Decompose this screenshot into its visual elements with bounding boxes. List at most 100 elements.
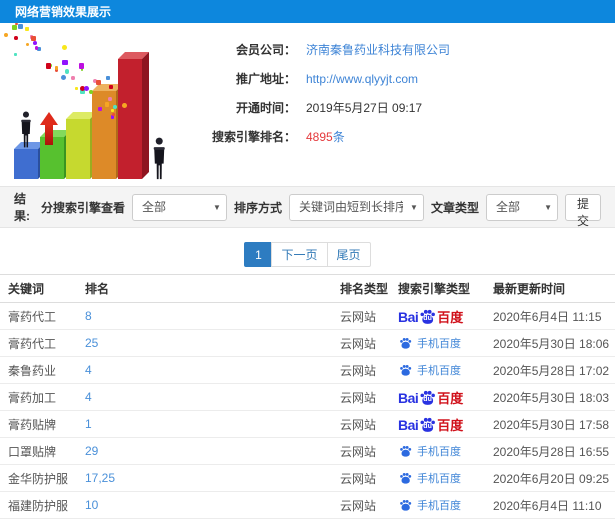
page-title: 网络营销效果展示: [15, 5, 112, 19]
table-row: 膏药代工 25 云网站 手机百度 2020年5月30日 18:06: [0, 330, 615, 357]
rank-link[interactable]: 29: [85, 444, 340, 458]
keyword-cell: 膏药代工: [8, 309, 57, 324]
businessman-figure: [150, 137, 168, 181]
article-type-label: 文章类型: [430, 200, 479, 215]
keyword-cell: 膏药代工: [8, 336, 57, 351]
mobile-baidu-logo: 手机百度: [398, 470, 461, 486]
confetti-dot: [12, 25, 17, 30]
rank-link[interactable]: 10: [85, 498, 340, 512]
confetti-dot: [108, 84, 113, 89]
engine-cell: 手机百度: [398, 443, 493, 460]
baidu-cn-text: 百度: [437, 417, 464, 433]
submit-button[interactable]: 提交: [564, 193, 601, 228]
info-row-url: 推广地址： http://www.qlyyjt.com: [200, 64, 450, 93]
rank-link[interactable]: 17,25: [85, 471, 340, 485]
rank-type-cell: 云网站: [340, 444, 377, 459]
rank-type-cell: 云网站: [340, 309, 377, 324]
engine-cell: 手机百度: [398, 335, 493, 352]
col-engine-type: 搜索引擎类型: [398, 282, 471, 296]
updated-cell: 2020年5月30日 17:58: [493, 417, 610, 432]
confetti-dot: [30, 35, 37, 42]
keyword-cell: 膏药加工: [8, 390, 57, 405]
keyword-cell: 口罩贴牌: [8, 444, 57, 459]
engine-filter-label: 分搜索引擎查看: [40, 200, 125, 215]
table-row: 金华防护服 17,25 云网站 手机百度 2020年6月20日 09:25: [0, 465, 615, 492]
page-1-button[interactable]: 1: [244, 242, 273, 267]
confetti-dot: [83, 85, 89, 91]
mobile-baidu-paw-icon: [398, 364, 412, 376]
info-row-opened: 开通时间： 2019年5月27日 09:17: [200, 93, 450, 122]
confetti-dot: [14, 36, 18, 40]
chart-bar: [66, 112, 97, 179]
last-page-button[interactable]: 尾页: [326, 242, 371, 267]
mobile-baidu-paw-icon: [398, 499, 412, 511]
confetti-dot: [61, 74, 67, 80]
engine-cell: 手机百度: [398, 470, 493, 487]
next-page-button[interactable]: 下一页: [271, 242, 328, 267]
rank-link[interactable]: 1: [85, 417, 340, 431]
baidu-paw-icon: du: [419, 308, 436, 325]
baidu-bai-text: Bai: [398, 389, 419, 406]
ranking-value: 4895条: [306, 128, 345, 145]
rank-link[interactable]: 25: [85, 336, 340, 350]
updated-cell: 2020年6月4日 11:15: [493, 309, 602, 324]
table-row: 膏药贴牌 1 云网站 Bai du 百度 2020年5月30日 17:58: [0, 411, 615, 438]
baidu-paw-icon: du: [419, 416, 436, 433]
engine-cell: 手机百度: [398, 362, 493, 379]
keyword-cell: 膏药贴牌: [8, 417, 57, 432]
mobile-baidu-text: 手机百度: [417, 364, 461, 377]
promotion-url-link[interactable]: http://www.qlyyjt.com: [306, 72, 418, 86]
engine-cell: Bai du 百度: [398, 308, 493, 325]
baidu-paw-icon: [399, 472, 411, 484]
confetti-dot: [78, 63, 85, 69]
info-row-company: 会员公司： 济南秦鲁药业科技有限公司: [200, 35, 450, 64]
baidu-logo: Bai du 百度: [398, 389, 463, 405]
confetti-dot: [98, 107, 103, 112]
baidu-cn-text: 百度: [437, 309, 464, 325]
table-row: 膏药代工 8 云网站 Bai du 百度 2020年6月4日 11:15: [0, 303, 615, 330]
baidu-paw-icon: [399, 364, 411, 376]
updated-cell: 2020年5月30日 18:06: [493, 336, 610, 351]
table-row: 秦鲁药业 4 云网站 手机百度 2020年5月28日 17:02: [0, 357, 615, 384]
confetti-dot: [62, 44, 68, 50]
chart-bar: [14, 142, 45, 179]
confetti-dot: [71, 76, 75, 80]
mobile-baidu-logo: 手机百度: [398, 362, 461, 378]
mobile-baidu-logo: 手机百度: [398, 443, 461, 459]
rank-link[interactable]: 4: [85, 390, 340, 404]
engine-select-wrap: 全部 ▼: [131, 193, 227, 221]
confetti-dot: [64, 68, 70, 74]
ranking-count: 4895: [306, 130, 333, 144]
mobile-baidu-paw-icon: [398, 337, 412, 349]
mobile-baidu-logo: 手机百度: [398, 335, 461, 351]
mobile-baidu-logo: 手机百度: [398, 497, 461, 513]
chart-bar: [118, 52, 149, 179]
opened-label: 开通时间：: [235, 101, 296, 115]
confetti-dot: [3, 32, 9, 38]
rank-type-cell: 云网站: [340, 336, 377, 351]
table-row: 口罩贴牌 29 云网站 手机百度 2020年5月28日 16:55: [0, 438, 615, 465]
article-type-select[interactable]: 全部: [485, 193, 558, 221]
title-bar: 网络营销效果展示: [0, 0, 615, 23]
rank-type-cell: 云网站: [340, 498, 377, 513]
rank-link[interactable]: 8: [85, 309, 340, 323]
baidu-logo: Bai du 百度: [398, 416, 463, 432]
company-link[interactable]: 济南秦鲁药业科技有限公司: [306, 41, 450, 58]
bar-chart-illustration: [3, 22, 184, 187]
engine-cell: 手机百度: [398, 497, 493, 514]
opened-time: 2019年5月27日 09:17: [306, 101, 423, 115]
engine-select[interactable]: 全部: [131, 193, 227, 221]
rank-link[interactable]: 4: [85, 363, 340, 377]
engine-cell: Bai du 百度: [398, 416, 493, 433]
baidu-paw-icon: [399, 499, 411, 511]
info-fields: 会员公司： 济南秦鲁药业科技有限公司 推广地址： http://www.qlyy…: [184, 23, 450, 186]
baidu-paw-icon: du: [419, 389, 436, 406]
keyword-cell: 秦鲁药业: [8, 363, 57, 378]
keyword-table: 关键词 排名 排名类型 搜索引擎类型 最新更新时间 膏药代工 8 云网站 Bai du 百…: [0, 274, 615, 520]
rank-type-cell: 云网站: [340, 363, 377, 378]
col-keyword: 关键词: [8, 282, 45, 296]
confetti-dot: [104, 102, 110, 107]
sort-select[interactable]: 关键词由短到长排序: [288, 193, 424, 221]
confetti-dot: [113, 105, 117, 109]
mobile-baidu-text: 手机百度: [417, 472, 461, 485]
